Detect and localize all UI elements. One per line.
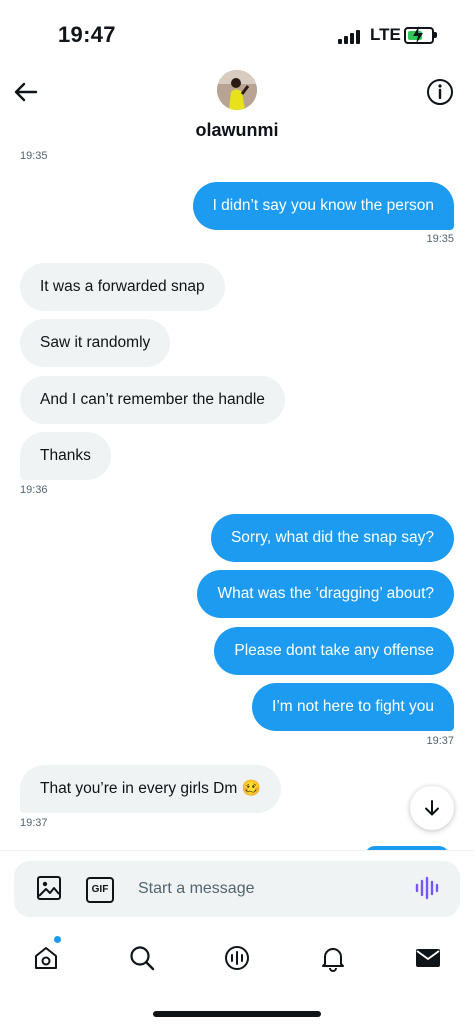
message-composer: GIF <box>14 861 460 917</box>
add-image-button[interactable] <box>36 875 62 901</box>
status-bar: 19:47 LTE <box>0 0 474 70</box>
battery-icon <box>404 26 434 44</box>
signal-icon <box>338 30 364 44</box>
tab-notifications[interactable] <box>313 938 353 978</box>
message-timestamp: 19:35 <box>20 150 48 162</box>
bell-icon <box>322 948 344 972</box>
voice-wave-icon <box>415 876 439 900</box>
info-button[interactable] <box>426 78 454 106</box>
tab-messages[interactable] <box>408 938 448 978</box>
home-icon <box>35 947 57 969</box>
tab-search[interactable] <box>122 938 162 978</box>
outgoing-message[interactable]: I’m not here to fight you <box>252 683 454 731</box>
incoming-message[interactable]: Thanks <box>20 432 111 480</box>
scroll-to-bottom-button[interactable] <box>410 786 454 830</box>
incoming-message[interactable]: That you’re in every girls Dm 🥴 <box>20 765 281 813</box>
message-input[interactable] <box>138 875 398 903</box>
outgoing-message[interactable]: Please dont take any offense <box>214 627 454 675</box>
composer-bar: GIF <box>0 850 474 931</box>
message-timestamp: 19:35 <box>426 233 454 245</box>
voice-message-button[interactable] <box>414 875 440 901</box>
message-timestamp: 19:36 <box>20 484 48 496</box>
spaces-icon <box>225 946 249 970</box>
incoming-message[interactable]: And I can’t remember the handle <box>20 376 285 424</box>
incoming-message[interactable]: It was a forwarded snap <box>20 263 225 311</box>
network-label: LTE <box>370 25 401 44</box>
envelope-icon <box>416 949 440 967</box>
back-arrow-icon <box>14 82 38 102</box>
outgoing-message[interactable]: What was the ‘dragging’ about? <box>197 570 454 618</box>
avatar[interactable] <box>217 70 257 110</box>
battery-tip <box>434 32 437 38</box>
conversation-header: olawunmi <box>0 70 474 152</box>
status-time: 19:47 <box>58 22 116 47</box>
outgoing-message[interactable]: Sorry, what did the snap say? <box>210 514 454 562</box>
message-timestamp: 19:37 <box>20 817 48 829</box>
home-new-indicator <box>54 936 61 943</box>
tab-bar <box>0 930 474 990</box>
back-button[interactable] <box>12 78 40 106</box>
incoming-message[interactable]: Saw it randomly <box>20 319 171 367</box>
tab-home[interactable] <box>26 938 66 978</box>
contact-name[interactable]: olawunmi <box>0 120 474 141</box>
home-indicator <box>153 1011 321 1017</box>
outgoing-message[interactable]: I didn’t say you know the person <box>192 182 454 230</box>
arrow-down-icon <box>425 800 439 816</box>
tab-spaces[interactable] <box>217 938 257 978</box>
gif-button[interactable]: GIF <box>86 877 114 903</box>
info-icon <box>427 79 453 105</box>
search-icon <box>130 946 155 971</box>
image-icon <box>37 876 61 900</box>
message-timestamp: 19:37 <box>426 735 454 747</box>
